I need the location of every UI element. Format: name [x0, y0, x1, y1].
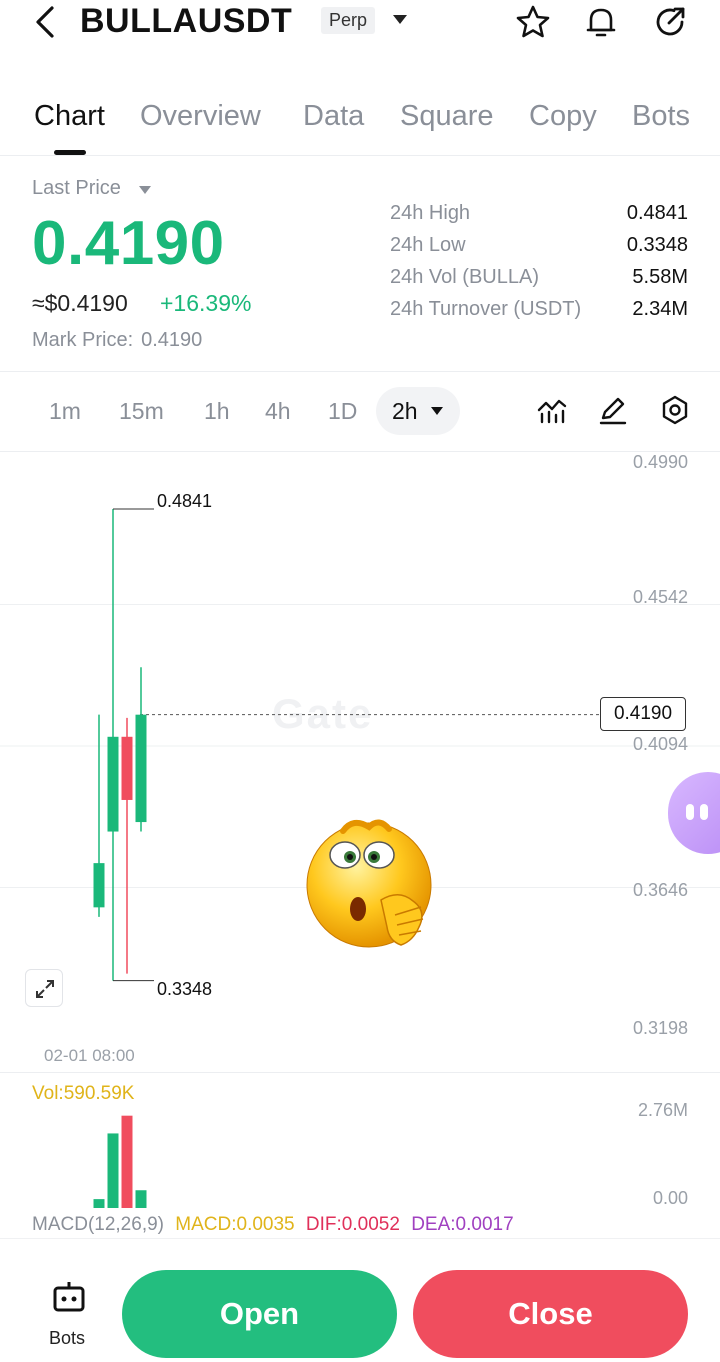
volume-bar [93, 1199, 105, 1208]
assistant-eye [686, 804, 694, 820]
close-button[interactable]: Close [413, 1270, 688, 1358]
expand-icon [36, 980, 54, 998]
candle-body [93, 863, 105, 908]
open-button[interactable]: Open [122, 1270, 397, 1358]
y-axis-tick: 0.3646 [632, 880, 688, 900]
current-price-tag: 0.4190 [600, 697, 686, 731]
macd-params: MACD(12,26,9) [32, 1214, 164, 1235]
low-annotation: 0.3348 [157, 979, 213, 999]
volume-bar [107, 1133, 119, 1208]
dif-value: DIF:0.0052 [305, 1214, 400, 1235]
candle-body [107, 736, 119, 832]
y-axis-tick: 0.4094 [632, 734, 688, 754]
candle-body [121, 736, 133, 800]
bots-label[interactable]: Bots [49, 1328, 85, 1349]
dea-value: DEA:0.0017 [411, 1214, 514, 1235]
bots-robot-icon[interactable] [51, 1279, 87, 1315]
high-annotation: 0.4841 [157, 491, 213, 511]
y-axis-tick: 0.4990 [632, 452, 688, 472]
volume-axis-tick: 0.00 [652, 1188, 688, 1208]
fullscreen-button[interactable] [25, 969, 63, 1007]
volume-bar [135, 1190, 147, 1208]
macd-row: MACD(12,26,9) MACD:0.0035 DIF:0.0052 DEA… [32, 1214, 514, 1236]
volume-label: Vol:590.59K [32, 1083, 135, 1104]
y-axis-tick: 0.4542 [632, 587, 688, 607]
bottom-action-bar: Bots Open Close [0, 1238, 720, 1362]
assistant-eye [700, 804, 708, 820]
volume-bar [121, 1115, 133, 1208]
divider [0, 1072, 720, 1073]
surprised-emoji-sticker [306, 819, 432, 948]
x-axis-date: 02-01 08:00 [44, 1046, 135, 1065]
volume-axis-tick: 2.76M [637, 1100, 688, 1120]
candle-body [135, 714, 147, 823]
y-axis-tick: 0.3198 [632, 1018, 688, 1038]
macd-value: MACD:0.0035 [175, 1214, 295, 1235]
